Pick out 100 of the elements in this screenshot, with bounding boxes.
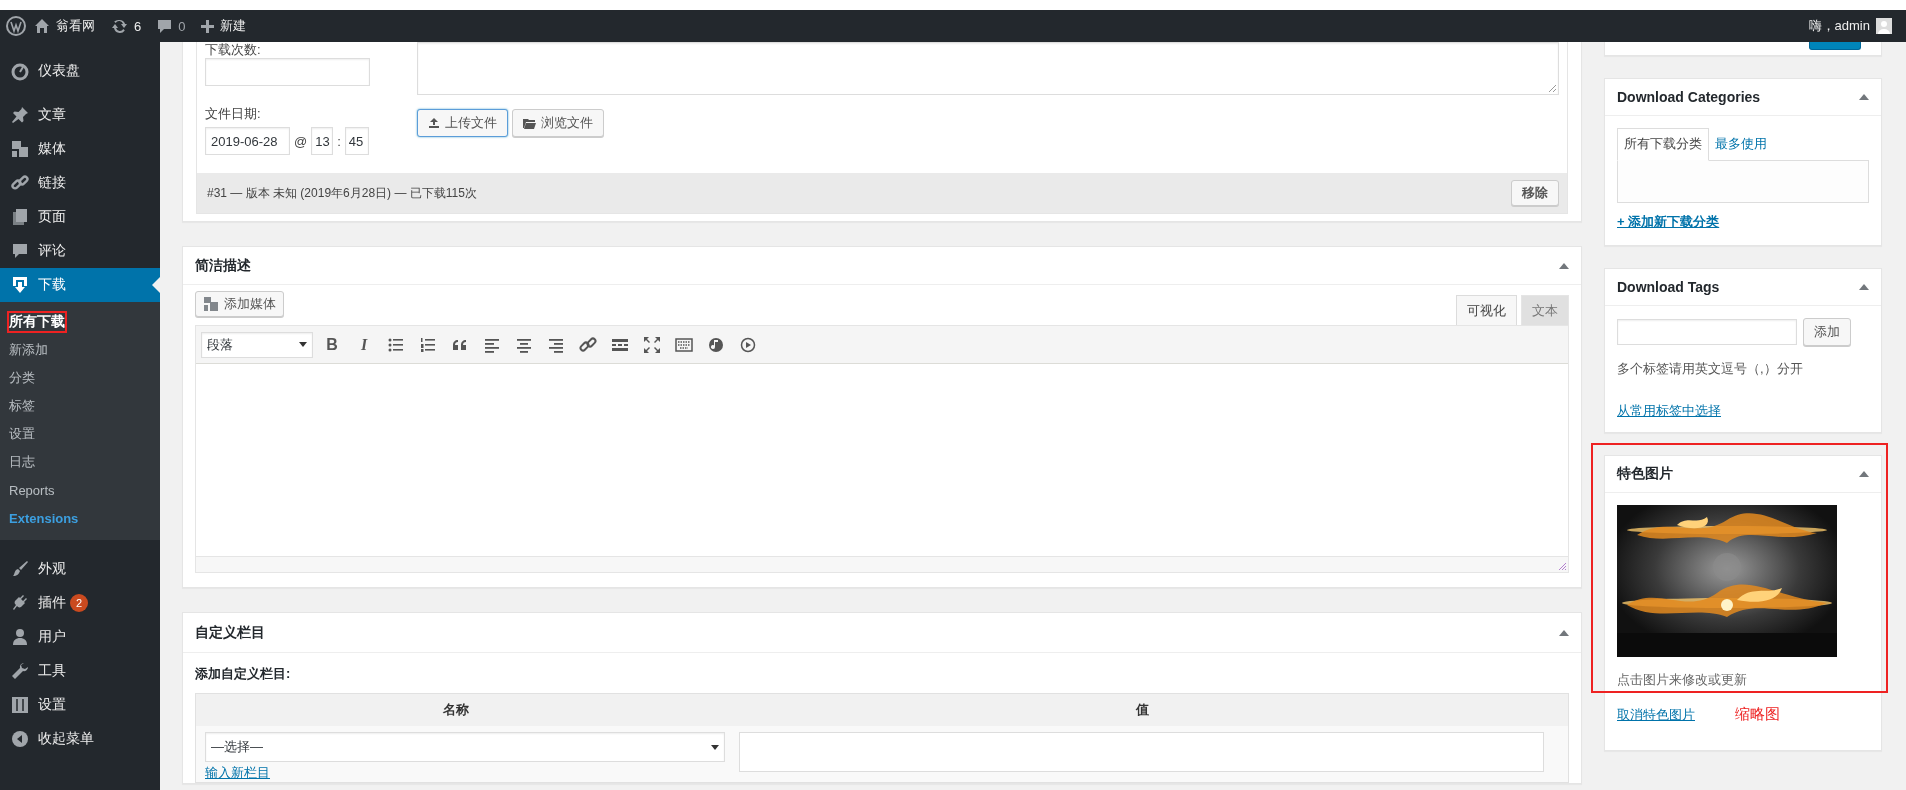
- collapse-toggle-icon[interactable]: [1559, 629, 1569, 636]
- annotation-note: 缩略图: [1735, 705, 1780, 724]
- download-summary: #31 — 版本 未知 (2019年6月28日) — 已下载115次: [207, 184, 477, 202]
- updates-link[interactable]: 6: [103, 10, 150, 42]
- menu-item[interactable]: 工具: [0, 654, 160, 688]
- submenu-item[interactable]: 新添加: [9, 341, 48, 359]
- column-header: 名称: [442, 701, 470, 719]
- format-select[interactable]: 段落: [201, 331, 313, 358]
- brush-icon: [10, 559, 30, 579]
- remove-image-link[interactable]: 取消特色图片: [1617, 705, 1695, 724]
- caret-icon: [711, 744, 719, 750]
- field-value-field[interactable]: [739, 732, 1544, 772]
- date-field[interactable]: 2019-06-28: [205, 127, 290, 155]
- submenu-item[interactable]: 日志: [9, 453, 35, 471]
- box-title: Download Categories: [1617, 89, 1761, 105]
- menu-item[interactable]: 收起菜单: [0, 722, 160, 756]
- fullscreen-icon[interactable]: [643, 335, 661, 354]
- refresh-icon: [111, 18, 128, 34]
- collapse-toggle-icon[interactable]: [1859, 284, 1869, 290]
- minute-field[interactable]: 45: [344, 127, 369, 155]
- column-header: 值: [1134, 701, 1150, 719]
- menu-item[interactable]: 用户: [0, 620, 160, 654]
- bold-button[interactable]: B: [319, 331, 345, 358]
- upload-icon: [428, 117, 440, 129]
- editor-tab[interactable]: 文本: [1521, 295, 1569, 325]
- menu-item[interactable]: 仪表盘: [0, 54, 160, 88]
- image-hint: 点击图片来修改或更新: [1617, 671, 1748, 689]
- submenu-item[interactable]: Reports: [9, 482, 55, 498]
- separator-text: @: [294, 133, 308, 149]
- menu-item[interactable]: 外观: [0, 552, 160, 586]
- submenu-item[interactable]: 标签: [9, 397, 35, 415]
- add-media-button[interactable]: 添加媒体: [195, 291, 284, 317]
- field-label: 下载次数:: [205, 42, 262, 58]
- upload-button[interactable]: 上传文件: [417, 109, 508, 137]
- submenu-item[interactable]: 分类: [9, 369, 35, 387]
- choose-tags-link[interactable]: 从常用标签中选择: [1617, 402, 1721, 420]
- video-icon[interactable]: [739, 335, 757, 354]
- menu-item[interactable]: 页面: [0, 200, 160, 234]
- menu-item[interactable]: 文章: [0, 98, 160, 132]
- download-icon: [10, 275, 30, 295]
- category-tab[interactable]: 最多使用: [1709, 129, 1773, 160]
- site-name-link[interactable]: 翁看网: [26, 10, 103, 42]
- browse-button[interactable]: 浏览文件: [512, 109, 604, 137]
- separator-text: :: [337, 133, 341, 149]
- comment-icon: [157, 18, 173, 34]
- add-category-link[interactable]: + 添加新下载分类: [1617, 213, 1720, 231]
- remove-button[interactable]: 移除: [1511, 180, 1559, 206]
- resize-handle-icon[interactable]: [1558, 562, 1566, 570]
- enter-new-link[interactable]: 输入新栏目: [205, 764, 270, 782]
- link-icon: [10, 173, 30, 193]
- submenu-item[interactable]: Extensions: [9, 510, 79, 526]
- box-title: 特色图片: [1617, 465, 1673, 483]
- box-title: 简洁描述: [195, 256, 251, 275]
- menu-item[interactable]: 评论: [0, 234, 160, 268]
- submenu-item[interactable]: 设置: [9, 425, 35, 443]
- box-title: Download Tags: [1617, 279, 1720, 295]
- numbers-icon[interactable]: [419, 335, 437, 354]
- sliders-icon: [10, 695, 30, 715]
- link-icon[interactable]: [579, 335, 597, 354]
- menu-item[interactable]: 下载: [0, 268, 160, 302]
- media-icon: [203, 296, 219, 312]
- account-link[interactable]: 嗨，admin: [1800, 10, 1900, 42]
- comment-icon: [10, 241, 30, 261]
- site-logo-icon[interactable]: [6, 16, 26, 36]
- pin-icon: [10, 105, 30, 125]
- menu-item[interactable]: 媒体: [0, 132, 160, 166]
- add-tag-button[interactable]: 添加: [1803, 318, 1851, 346]
- italic-button[interactable]: I: [351, 331, 377, 358]
- wrench-icon: [10, 661, 30, 681]
- field-label: 文件日期:: [205, 106, 262, 122]
- avatar-icon: [1876, 18, 1892, 34]
- collapse-toggle-icon[interactable]: [1859, 94, 1869, 100]
- user-icon: [10, 627, 30, 647]
- resize-handle-icon[interactable]: [1548, 84, 1556, 92]
- submenu-item[interactable]: 所有下载: [9, 313, 65, 331]
- menu-item[interactable]: 链接: [0, 166, 160, 200]
- new-content-link[interactable]: 新建: [193, 10, 255, 42]
- caret-icon: [299, 342, 307, 347]
- audio-icon[interactable]: [707, 335, 725, 354]
- media-icon: [10, 139, 30, 159]
- count-badge: 2: [70, 594, 88, 612]
- download-count-field[interactable]: [205, 58, 370, 86]
- dashboard-icon: [10, 61, 30, 81]
- file-url-field[interactable]: [417, 42, 1559, 95]
- collapse-toggle-icon[interactable]: [1859, 471, 1869, 477]
- tag-field[interactable]: [1617, 319, 1797, 345]
- home-icon: [34, 18, 50, 34]
- comments-link[interactable]: 0: [149, 10, 194, 42]
- collapse-icon: [10, 729, 30, 749]
- page-icon: [10, 207, 30, 227]
- menu-item[interactable]: 设置: [0, 688, 160, 722]
- hour-field[interactable]: 13: [311, 127, 334, 155]
- keyboard-icon[interactable]: [675, 335, 693, 354]
- category-tab[interactable]: 所有下载分类: [1617, 128, 1709, 161]
- folder-icon: [523, 117, 536, 129]
- editor-tab[interactable]: 可视化: [1456, 295, 1517, 325]
- field-name-select[interactable]: —选择—: [205, 732, 725, 762]
- tag-hint: 多个标签请用英文逗号（,）分开: [1617, 360, 1804, 378]
- menu-item[interactable]: 插件 2: [0, 586, 160, 620]
- collapse-toggle-icon[interactable]: [1559, 262, 1569, 269]
